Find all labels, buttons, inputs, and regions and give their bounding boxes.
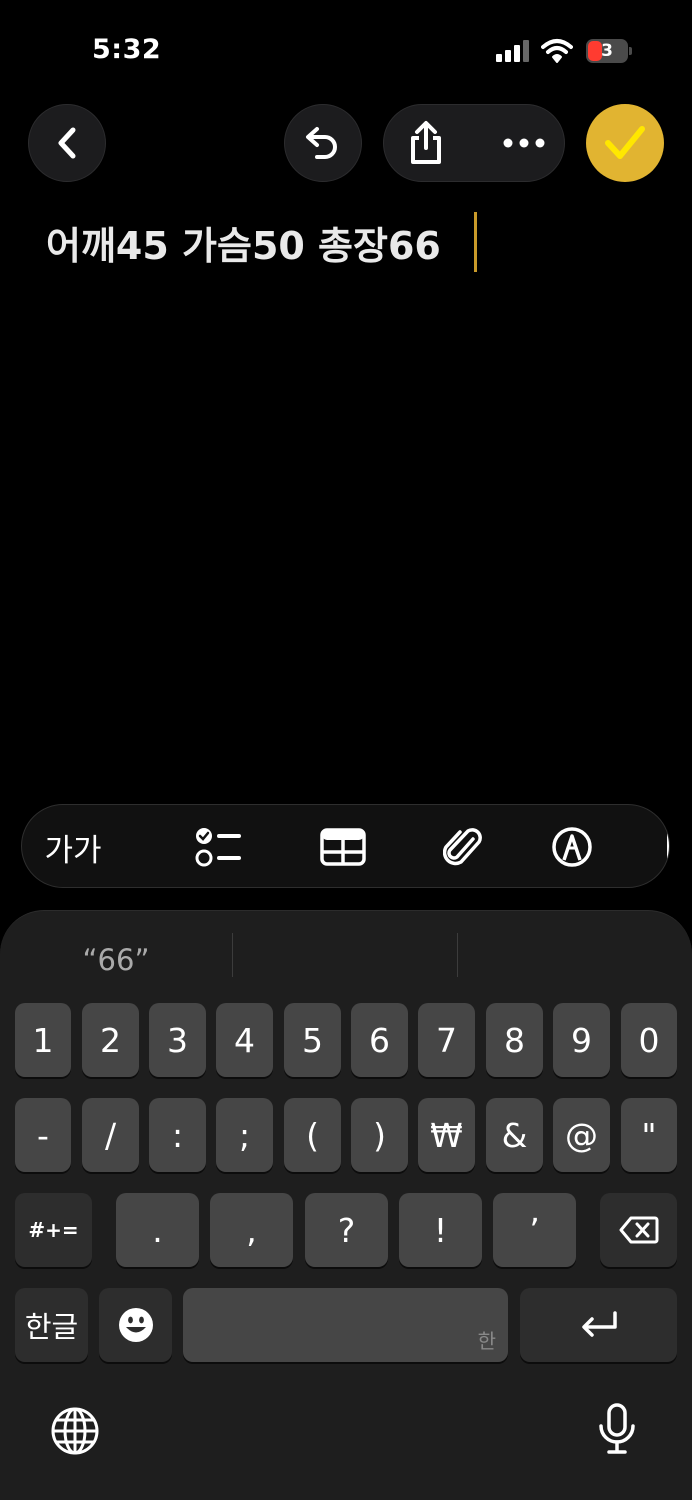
globe-icon xyxy=(51,1407,99,1455)
return-icon xyxy=(581,1311,617,1337)
key-8[interactable]: 8 xyxy=(486,1003,543,1077)
writing-tools-icon xyxy=(667,833,669,861)
key-6[interactable]: 6 xyxy=(351,1003,408,1077)
share-more-group xyxy=(383,104,565,182)
key-9[interactable]: 9 xyxy=(553,1003,610,1077)
key-semicolon[interactable]: ; xyxy=(216,1098,273,1172)
key-apostrophe[interactable]: ’ xyxy=(493,1193,576,1267)
key-slash[interactable]: / xyxy=(82,1098,139,1172)
backspace-icon xyxy=(619,1216,658,1244)
space-key-hint: 한 xyxy=(477,1329,496,1353)
table-button[interactable] xyxy=(318,825,368,869)
back-button[interactable] xyxy=(28,104,106,182)
dictation-key[interactable] xyxy=(591,1403,643,1455)
attachment-button[interactable] xyxy=(440,825,486,869)
battery-icon: 3 xyxy=(586,39,632,63)
key-1[interactable]: 1 xyxy=(15,1003,71,1077)
emoji-key[interactable] xyxy=(99,1288,172,1362)
checkmark-icon xyxy=(605,126,645,159)
key-hyphen[interactable]: - xyxy=(15,1098,71,1172)
key-5[interactable]: 5 xyxy=(284,1003,341,1077)
emoji-icon xyxy=(118,1308,153,1342)
key-7[interactable]: 7 xyxy=(418,1003,475,1077)
key-0[interactable]: 0 xyxy=(621,1003,677,1077)
key-period[interactable]: . xyxy=(116,1193,199,1267)
key-symbols-toggle[interactable]: #+= xyxy=(15,1193,92,1267)
text-cursor xyxy=(474,212,477,272)
chevron-left-icon xyxy=(58,127,76,159)
key-3[interactable]: 3 xyxy=(149,1003,206,1077)
suggestion-2[interactable] xyxy=(233,935,457,985)
keyboard: “66” 1 2 3 4 5 6 7 8 9 0 - / : ; ( ) ₩ &… xyxy=(0,910,692,1500)
microphone-icon xyxy=(599,1403,635,1454)
language-key[interactable]: 한글 xyxy=(15,1288,88,1362)
key-at[interactable]: @ xyxy=(553,1098,610,1172)
key-comma[interactable]: , xyxy=(210,1193,293,1267)
key-close-paren[interactable]: ) xyxy=(351,1098,408,1172)
wifi-icon xyxy=(541,39,573,63)
suggestion-1[interactable]: “66” xyxy=(0,935,232,985)
key-ampersand[interactable]: & xyxy=(486,1098,543,1172)
share-icon[interactable] xyxy=(406,120,446,166)
text-format-button[interactable]: 가가 xyxy=(40,825,106,869)
note-body-text[interactable]: 어깨45 가슴50 총장66 xyxy=(46,215,441,270)
paperclip-icon xyxy=(443,828,482,866)
cellular-signal-icon xyxy=(496,40,532,62)
suggestion-3[interactable] xyxy=(458,935,692,985)
battery-level: 3 xyxy=(601,41,613,61)
return-key[interactable] xyxy=(520,1288,677,1362)
globe-key[interactable] xyxy=(49,1405,101,1457)
key-4[interactable]: 4 xyxy=(216,1003,273,1077)
undo-button[interactable] xyxy=(284,104,362,182)
key-won[interactable]: ₩ xyxy=(418,1098,475,1172)
status-time: 5:32 xyxy=(92,34,162,65)
checklist-button[interactable] xyxy=(192,825,244,869)
key-quote[interactable]: " xyxy=(621,1098,677,1172)
space-key[interactable]: 한 xyxy=(183,1288,508,1362)
key-exclamation[interactable]: ! xyxy=(399,1193,482,1267)
key-question[interactable]: ? xyxy=(305,1193,388,1267)
markup-button[interactable] xyxy=(548,825,596,869)
more-format-button[interactable] xyxy=(662,825,669,869)
checklist-icon xyxy=(195,828,241,867)
key-colon[interactable]: : xyxy=(149,1098,206,1172)
table-icon xyxy=(320,828,366,866)
delete-key[interactable] xyxy=(600,1193,677,1267)
markup-pen-icon xyxy=(552,827,592,867)
format-toolbar: 가가 xyxy=(21,804,670,888)
done-button[interactable] xyxy=(586,104,664,182)
more-icon[interactable] xyxy=(502,133,546,153)
undo-icon xyxy=(306,127,337,159)
key-2[interactable]: 2 xyxy=(82,1003,139,1077)
key-open-paren[interactable]: ( xyxy=(284,1098,341,1172)
